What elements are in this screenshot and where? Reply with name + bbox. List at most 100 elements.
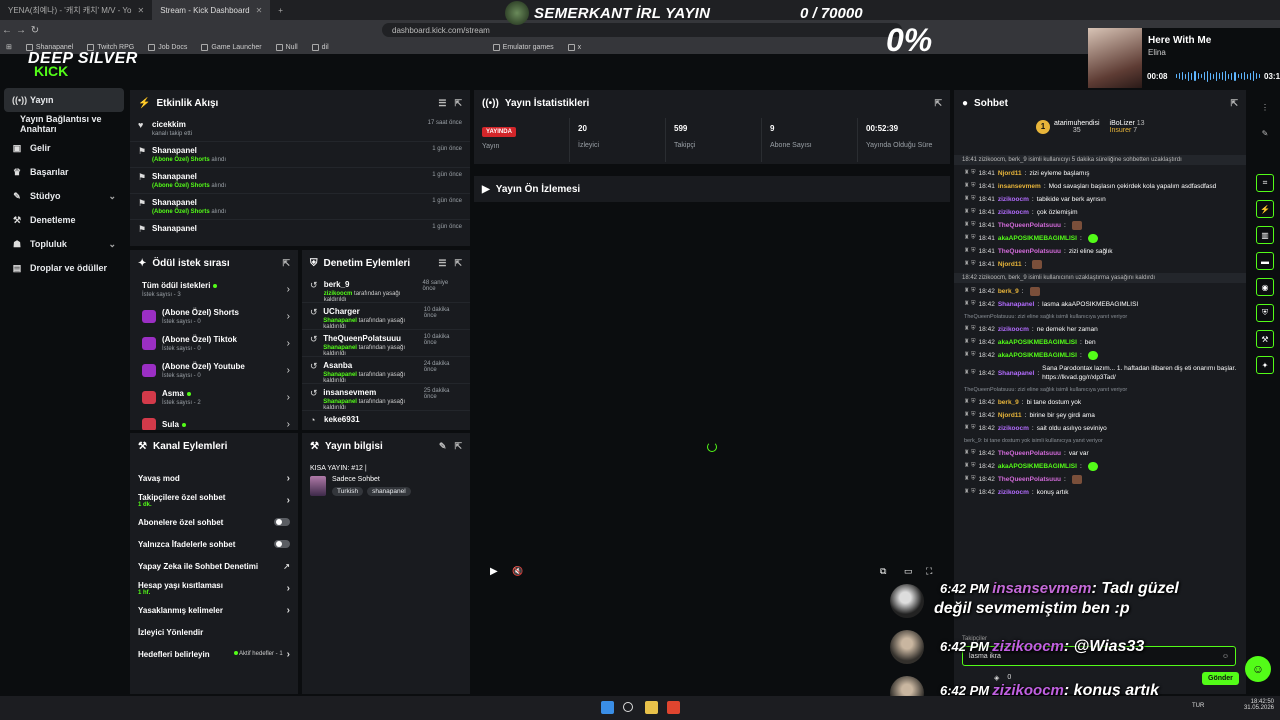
clock[interactable]: 18:42:50 31.05.2026 [1240, 699, 1274, 711]
bookmark-item[interactable]: Null [275, 43, 298, 51]
chat-username[interactable]: Njord11 [998, 411, 1022, 420]
chat-username[interactable]: TheQueenPolatsuuu [998, 449, 1061, 458]
chat-username[interactable]: zizikoocm [998, 195, 1029, 204]
bookmark-item[interactable]: Emulator games [492, 43, 554, 51]
popout-icon[interactable]: ⇱ [454, 258, 462, 269]
url-input[interactable]: dashboard.kick.com/stream [382, 23, 902, 37]
chat-message[interactable]: ♜ ⛨ 18:41 zizikoocm: çok özlemişim [954, 208, 1246, 217]
chat-username[interactable]: berk_9 [998, 398, 1019, 407]
chat-message[interactable]: ♜ ⛨ 18:42 berk_9: bi tane dostum yok [954, 398, 1246, 407]
shield-icon[interactable]: ⛨ [1256, 304, 1274, 322]
sidebar-item-topluluk[interactable]: ☗ Topluluk ⌄ [0, 232, 128, 256]
chat-message[interactable]: ♜ ⛨ 18:41 TheQueenPolatsuuu: zizi eline sağ… [954, 247, 1246, 256]
chat-username[interactable]: zizikoocm [998, 325, 1029, 334]
play-button[interactable]: ▶ [490, 566, 498, 577]
chat-message[interactable]: ♜ ⛨ 18:41 akaAPOSIKMEBAGIMLISI: [954, 234, 1246, 243]
chat-username[interactable]: akaAPOSIKMEBAGIMLISI [998, 338, 1077, 347]
popout-icon[interactable]: ⇱ [454, 98, 462, 109]
filter-icon[interactable]: ☰ [438, 258, 446, 269]
chat-message[interactable]: ♜ ⛨ 18:41 Njord11: [954, 260, 1246, 269]
chat-message[interactable]: ♜ ⛨ 18:42 zizikoocm: konuş artık [954, 488, 1246, 497]
chat-message[interactable]: ♜ ⛨ 18:42 akaAPOSIKMEBAGIMLISI: ben [954, 338, 1246, 347]
chat-username[interactable]: TheQueenPolatsuuu [998, 247, 1061, 256]
popout-icon[interactable]: ⇱ [454, 441, 462, 452]
sidebar-item-droplar[interactable]: ▤ Droplar ve ödüller [0, 256, 128, 280]
chat-message[interactable]: ♜ ⛨ 18:42 akaAPOSIKMEBAGIMLISI: [954, 351, 1246, 360]
trash-icon[interactable]: ▥ [1256, 226, 1274, 244]
chat-username[interactable]: zizikoocm [998, 488, 1029, 497]
chat-message[interactable]: ♜ ⛨ 18:41 TheQueenPolatsuuu: [954, 221, 1246, 230]
slow-mode-setting[interactable]: Yavaş mod › [130, 467, 298, 489]
language-indicator[interactable]: TUR [1192, 703, 1204, 709]
reward-row[interactable]: (Abone Özel) Tiktok İstek sayısı - 0 › [130, 330, 298, 357]
chat-username[interactable]: Njord11 [998, 169, 1022, 178]
pip-icon[interactable]: ⧉ [880, 566, 886, 577]
ai-moderation-setting[interactable]: Yapay Zeka ile Sohbet Denetimi ↗ [130, 555, 298, 577]
bookmark-item[interactable]: Job Docs [148, 43, 187, 51]
reload-icon[interactable]: ↻ [28, 25, 42, 36]
account-age-setting[interactable]: Hesap yaşı kısıtlaması 1 hf. › [130, 577, 298, 599]
close-icon[interactable]: ✕ [137, 6, 144, 15]
chat-message[interactable]: ♜ ⛨ 18:42 Shanapanel: Sana Parodontax lazım… [954, 364, 1246, 382]
chat-message[interactable]: ♜ ⛨ 18:42 berk_9: [954, 287, 1246, 296]
browser-tab-active[interactable]: Stream - Kick Dashboard ✕ [152, 0, 271, 20]
popout-icon[interactable]: ⇱ [1230, 98, 1238, 109]
filter-icon[interactable]: ☰ [438, 98, 446, 109]
chat-message[interactable]: ♜ ⛨ 18:42 TheQueenPolatsuuu: var var [954, 449, 1246, 458]
reward-row[interactable]: Tüm ödül istekleri İstek sayısı - 3 › [130, 276, 298, 303]
new-tab-button[interactable]: + [270, 0, 291, 20]
chat-username[interactable]: Njord11 [998, 260, 1022, 269]
search-icon[interactable] [623, 702, 633, 712]
chat-message[interactable]: ♜ ⛨ 18:42 zizikoocm: sait oldu asılıyo sevi… [954, 424, 1246, 433]
forward-icon[interactable]: → [14, 25, 28, 36]
chat-message[interactable]: ♜ ⛨ 18:42 TheQueenPolatsuuu: [954, 475, 1246, 484]
chat-message[interactable]: ♜ ⛨ 18:42 Shanapanel: lasma akaAPOSIKMEBAGI… [954, 300, 1246, 309]
followers-only-setting[interactable]: Takipçilere özel sohbet 1 dk. › [130, 489, 298, 511]
reward-row[interactable]: (Abone Özel) Shorts İstek sayısı - 0 › [130, 303, 298, 330]
emote-picker-icon[interactable]: ☺ [1222, 653, 1229, 660]
chat-username[interactable]: insansevmem [998, 182, 1041, 191]
chat-username[interactable]: berk_9 [998, 287, 1019, 296]
sidebar-item-gelir[interactable]: ▣ Gelir [0, 136, 128, 160]
bookmark-item[interactable]: Game Launcher [201, 43, 262, 51]
send-button[interactable]: Gönder [1202, 672, 1239, 685]
chat-username[interactable]: TheQueenPolatsuuu [998, 475, 1061, 484]
chat-username[interactable]: Shanapanel [998, 300, 1034, 309]
chat-message[interactable]: ♜ ⛨ 18:41 insansevmem: Mod savaşları başlas… [954, 182, 1246, 191]
wrench-icon[interactable]: ⚒ [1256, 330, 1274, 348]
more-icon[interactable]: ⋮ [1256, 98, 1274, 116]
chat-message[interactable]: ♜ ⛨ 18:42 akaAPOSIKMEBAGIMLISI: [954, 462, 1246, 471]
emote-only-toggle[interactable] [274, 540, 290, 548]
close-icon[interactable]: ✕ [256, 6, 263, 15]
sidebar-item-stream-key[interactable]: Yayın Bağlantısı ve Anahtarı [0, 112, 128, 136]
mute-icon[interactable]: 🔇 [512, 566, 523, 577]
chat-username[interactable]: akaAPOSIKMEBAGIMLISI [998, 234, 1077, 243]
reward-row[interactable]: (Abone Özel) Youtube İstek sayısı - 0 › [130, 357, 298, 384]
fullscreen-icon[interactable]: ⛶ [926, 566, 932, 577]
windows-start-icon[interactable] [601, 701, 614, 714]
chat-username[interactable]: TheQueenPolatsuuu [998, 221, 1061, 230]
reward-row[interactable]: Asma İstek sayısı - 2 › [130, 384, 298, 411]
broadcast-icon[interactable]: ◉ [1256, 278, 1274, 296]
sidebar-item-studyo[interactable]: ✎ Stüdyo ⌄ [0, 184, 128, 208]
sidebar-item-yayin[interactable]: ((•)) Yayın [4, 88, 124, 112]
file-explorer-icon[interactable] [645, 701, 658, 714]
popout-icon[interactable]: ⇱ [282, 258, 290, 269]
chat-message[interactable]: ♜ ⛨ 18:41 Njord11: zizi eyleme başlamış [954, 169, 1246, 178]
chat-username[interactable]: zizikoocm [998, 208, 1029, 217]
sidebar-item-basarilar[interactable]: ♛ Başarılar [0, 160, 128, 184]
bookmark-item[interactable]: dil [311, 43, 329, 51]
chat-username[interactable]: Shanapanel [998, 369, 1034, 378]
subscribers-only-toggle[interactable] [274, 518, 290, 526]
browser-tab[interactable]: YENA(최예나) - '캐치 캐치' M/V - Yo ✕ [0, 0, 152, 20]
reward-icon[interactable]: ✦ [1256, 356, 1274, 374]
chat-username[interactable]: akaAPOSIKMEBAGIMLISI [998, 462, 1077, 471]
chat-message[interactable]: ♜ ⛨ 18:42 Njord11: birine bir şey girdi ama [954, 411, 1246, 420]
assistant-button[interactable]: ☺ [1245, 656, 1271, 682]
apps-icon[interactable]: ⊞ [6, 43, 12, 51]
back-icon[interactable]: ← [0, 25, 14, 36]
chat-username[interactable]: zizikoocm [998, 424, 1029, 433]
chat-username[interactable]: akaAPOSIKMEBAGIMLISI [998, 351, 1077, 360]
bookmark-item[interactable]: x [567, 43, 581, 51]
edit-icon[interactable]: ✎ [1256, 124, 1274, 142]
